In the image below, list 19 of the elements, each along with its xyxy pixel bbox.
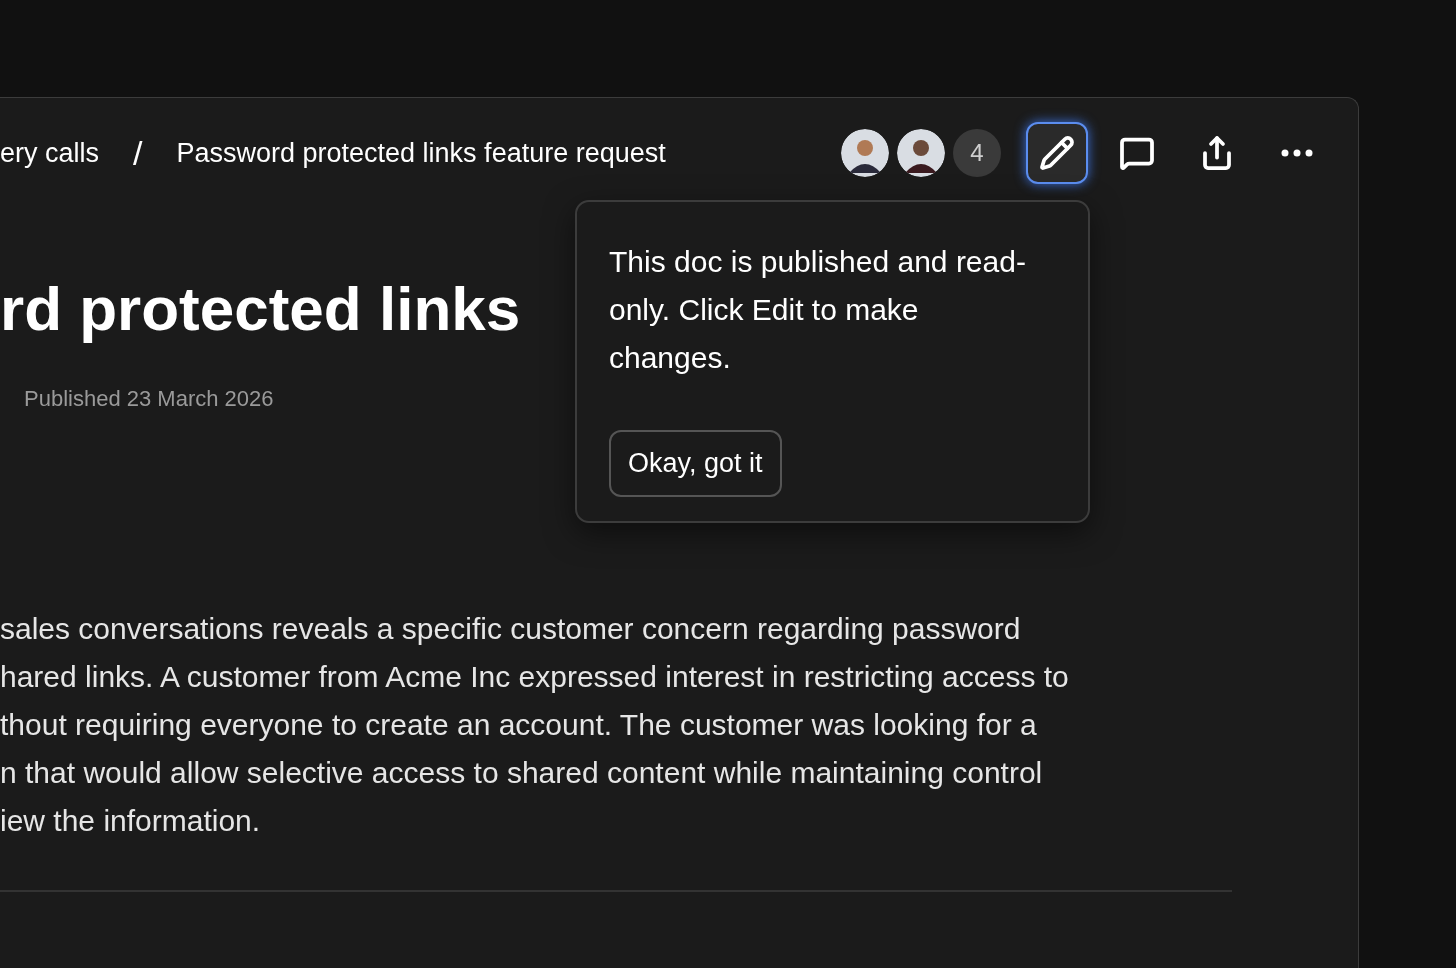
speech-bubble-icon	[1119, 135, 1155, 171]
breadcrumb-separator: /	[133, 132, 143, 174]
edit-button[interactable]	[1026, 122, 1088, 184]
avatar-icon	[897, 129, 945, 177]
body-text-line: n that would allow selective access to shared content while maintaining control	[0, 755, 1044, 792]
avatar-icon	[841, 129, 889, 177]
breadcrumb-link[interactable]: ery calls	[0, 132, 100, 174]
more-icon	[1281, 149, 1313, 157]
breadcrumb-current: Password protected links feature request	[176, 136, 666, 170]
published-date: Published 23 March 2026	[24, 385, 274, 414]
okay-button[interactable]: Okay, got it	[609, 430, 782, 497]
body-text-line: iew the information.	[0, 803, 262, 840]
collaborator-count[interactable]: 4	[953, 129, 1001, 177]
body-text-line: hared links. A customer from Acme Inc expressed interest in restricting access to	[0, 659, 1070, 696]
popover-message: This doc is published and read-only. Click Edit to make changes.	[609, 244, 1027, 376]
body-text-line: thout requiring everyone to create an account. The customer was looking for a	[0, 707, 1038, 744]
document-title: rd protected links	[0, 273, 521, 345]
pencil-icon	[1039, 135, 1075, 171]
body-text-line: sales conversations reveals a specific customer concern regarding password	[0, 611, 1022, 648]
